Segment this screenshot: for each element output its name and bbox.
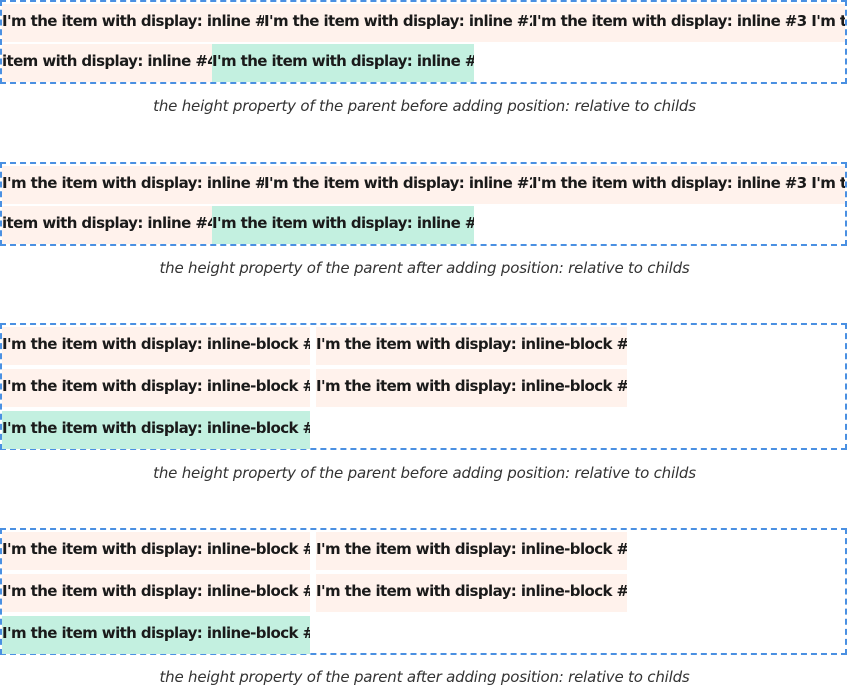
caption-inline-block-after: the height property of the parent after … [159,668,690,686]
inline-block-item-1: I'm the item with display: inline-block … [2,532,310,570]
inline-line-1: I'm the item with display: inline #1 I'm… [2,164,845,206]
caption-inline-after: the height property of the parent after … [159,259,690,277]
caption-inline-before: the height property of the parent before… [153,97,696,115]
inline-item-1: I'm the item with display: inline #1 [2,4,264,42]
inline-line-2: item with display: inline #4 I'm the ite… [2,204,845,246]
caption-inline-block-before: the height property of the parent before… [153,464,696,482]
inline-block-row-2: I'm the item with display: inline-block … [2,367,845,409]
inline-block-item-5-highlighted: I'm the item with display: inline-block … [2,616,310,654]
inline-item-5-highlighted: I'm the item with display: inline #5 [212,44,474,82]
inline-block-item-3: I'm the item with display: inline-block … [2,574,310,612]
inline-line-1: I'm the item with display: inline #1 I'm… [2,2,845,44]
inline-line-2: item with display: inline #4 I'm the ite… [2,42,845,84]
inline-item-3-and-4-start: I'm the item with display: inline #3 I'm… [532,4,845,42]
inline-block-demo-before-container: I'm the item with display: inline-block … [0,323,847,450]
inline-block-item-5-highlighted: I'm the item with display: inline-block … [2,411,310,449]
inline-block-item-2: I'm the item with display: inline-block … [316,327,627,365]
inline-block-row-2: I'm the item with display: inline-block … [2,572,845,614]
inline-block-row-3: I'm the item with display: inline-block … [2,409,845,451]
inline-item-2: I'm the item with display: inline #2 [264,4,532,42]
inline-block-item-3: I'm the item with display: inline-block … [2,369,310,407]
inline-block-row-1: I'm the item with display: inline-block … [2,530,845,572]
inline-block-item-4: I'm the item with display: inline-block … [316,574,627,612]
inline-demo-before-container: I'm the item with display: inline #1 I'm… [0,0,847,84]
inline-item-5-highlighted: I'm the item with display: inline #5 [212,206,474,244]
inline-block-item-2: I'm the item with display: inline-block … [316,532,627,570]
inline-block-demo-after-container: I'm the item with display: inline-block … [0,528,847,655]
inline-item-3-and-4-start: I'm the item with display: inline #3 I'm… [532,166,845,204]
inline-item-4-end: item with display: inline #4 [2,44,212,82]
inline-block-row-3: I'm the item with display: inline-block … [2,614,845,656]
inline-block-row-1: I'm the item with display: inline-block … [2,325,845,367]
inline-item-1: I'm the item with display: inline #1 [2,166,264,204]
inline-item-4-end: item with display: inline #4 [2,206,212,244]
inline-demo-after-container: I'm the item with display: inline #1 I'm… [0,162,847,246]
inline-block-item-4: I'm the item with display: inline-block … [316,369,627,407]
inline-item-2: I'm the item with display: inline #2 [264,166,532,204]
inline-block-item-1: I'm the item with display: inline-block … [2,327,310,365]
